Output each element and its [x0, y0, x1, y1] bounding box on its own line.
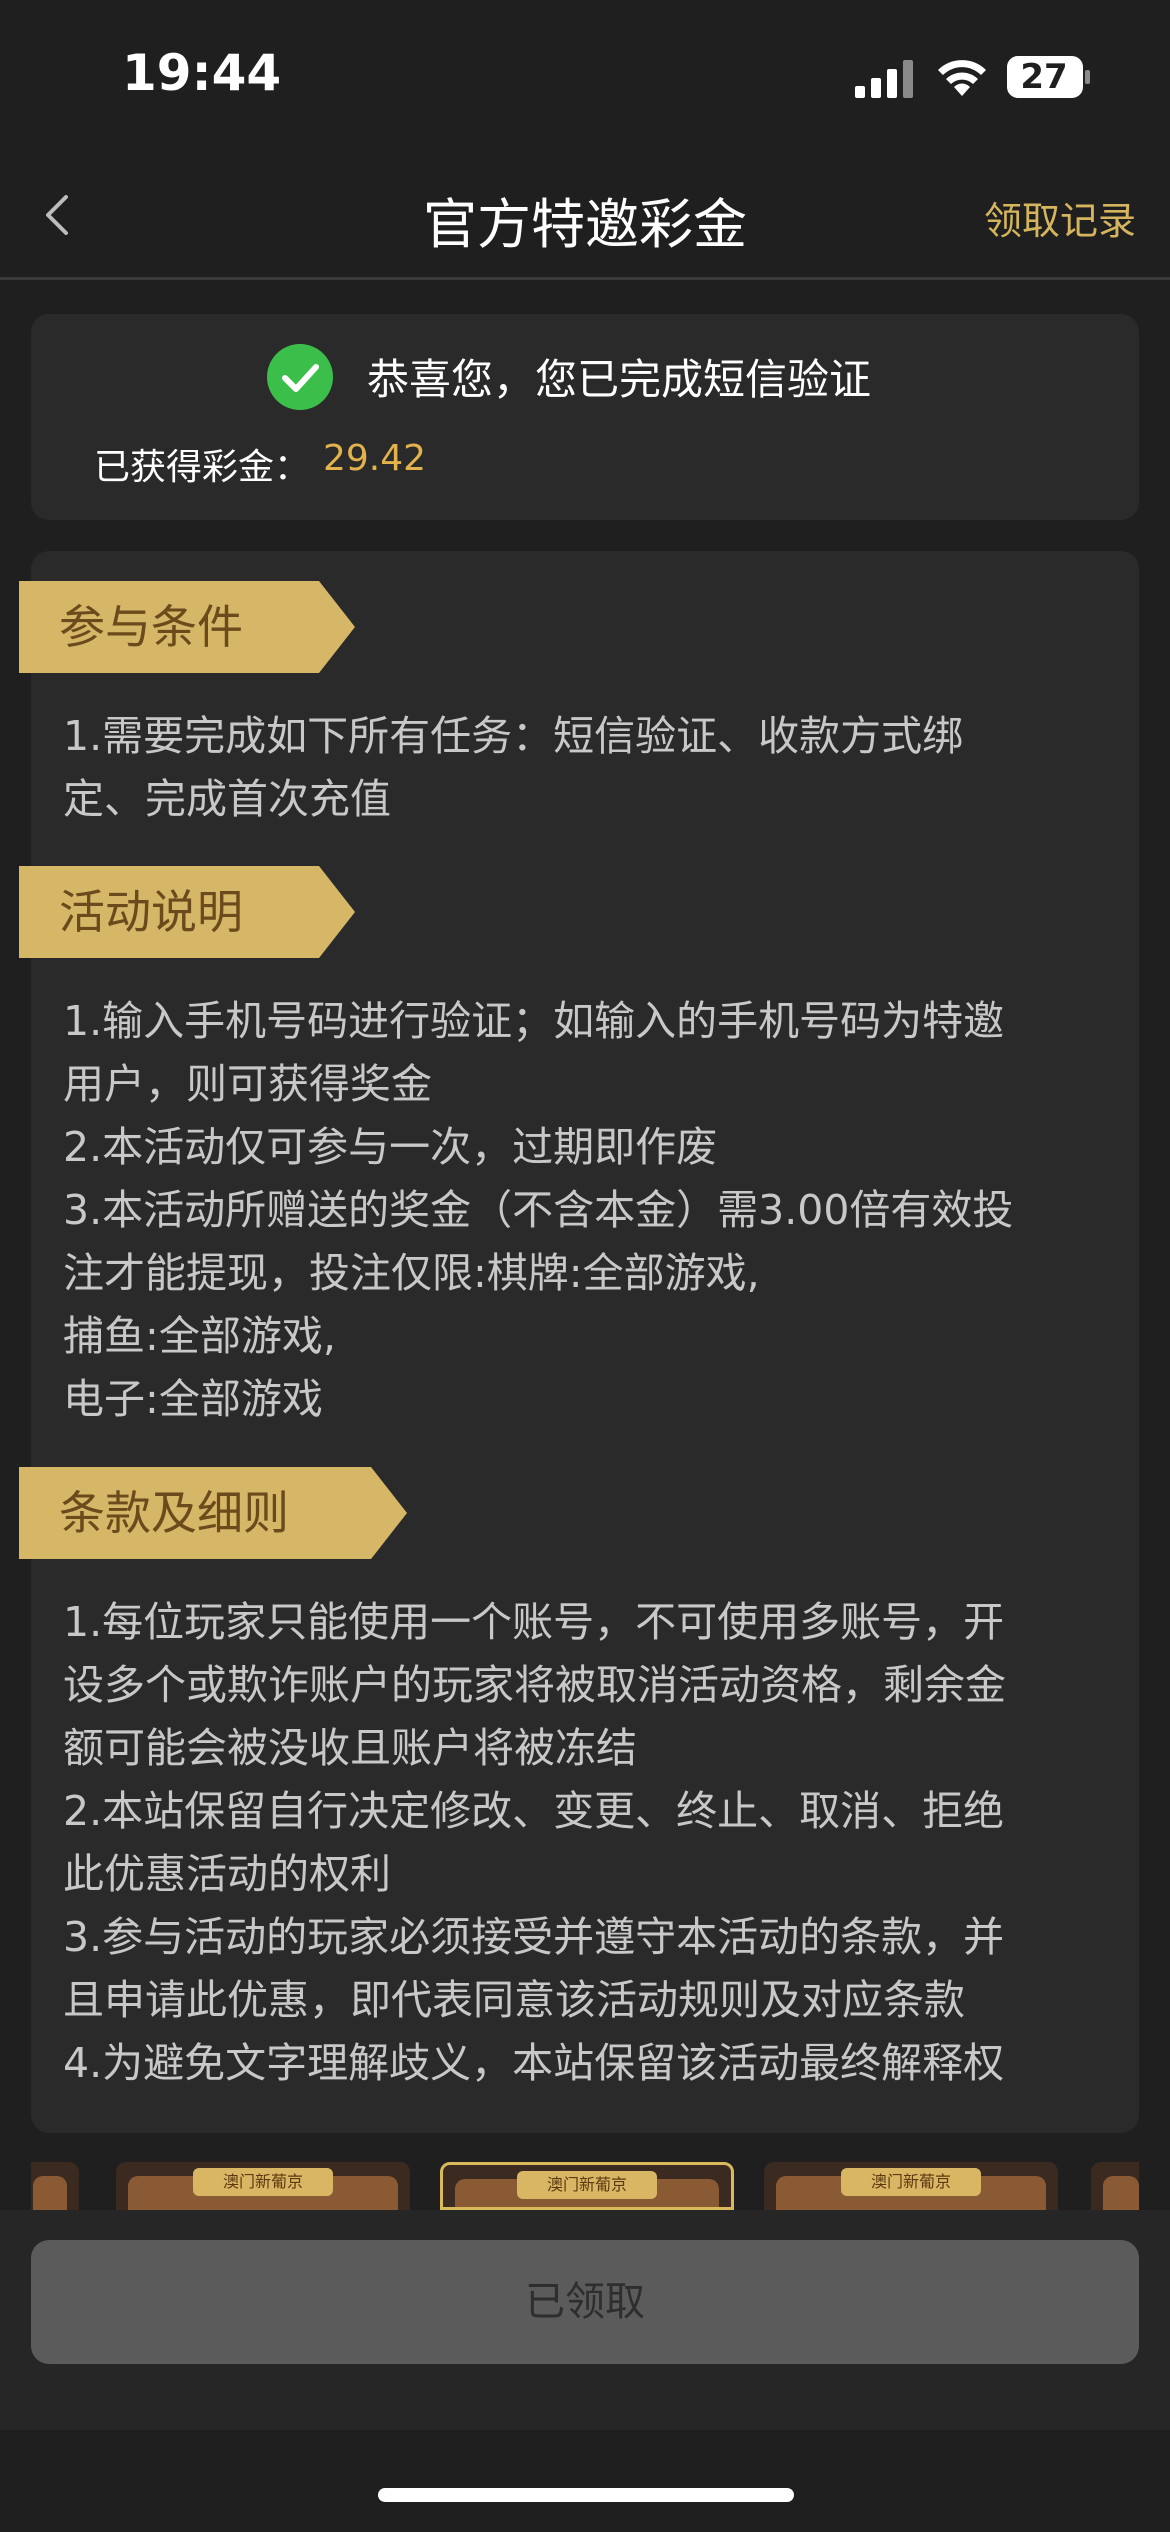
home-indicator-area [0, 2430, 1170, 2532]
claimed-button[interactable]: 已领取 [31, 2240, 1139, 2364]
banner-thumbnail[interactable] [1091, 2162, 1139, 2210]
bonus-label: 已获得彩金： [94, 447, 311, 488]
banner-thumbnail[interactable]: 澳门新葡京 [764, 2162, 1058, 2210]
rule-line: 用户，则可获得奖金 [63, 1060, 432, 1108]
rule-line: 3.参与活动的玩家必须接受并遵守本活动的条款，并 [63, 1913, 1005, 1961]
brand-logo: 澳门新葡京 [193, 2168, 333, 2196]
rule-line: 1.每位玩家只能使用一个账号，不可使用多账号，开 [63, 1598, 1005, 1646]
rule-line: 4.为避免文字理解歧义，本站保留该活动最终解释权 [63, 2039, 1005, 2087]
banner-thumbnail-strip: 澳门新葡京 澳门新葡京 澳门新葡京 [31, 2162, 1139, 2210]
home-indicator[interactable] [378, 2488, 794, 2502]
claim-records-link[interactable]: 领取记录 [984, 190, 1136, 245]
rule-line: 2.本活动仅可参与一次，过期即作废 [63, 1123, 718, 1171]
rule-line: 设多个或欺诈账户的玩家将被取消活动资格，剩余金 [63, 1661, 1006, 1709]
wifi-icon [938, 60, 986, 96]
rule-line: 1.需要完成如下所有任务：短信验证、收款方式绑 [63, 712, 964, 760]
terms-and-conditions-text: 1.每位玩家只能使用一个账号，不可使用多账号，开 设多个或欺诈账户的玩家将被取消… [63, 1591, 1123, 2095]
section-tag-activity-description: 活动说明 [19, 866, 355, 958]
rule-line: 额可能会被没收且账户将被冻结 [63, 1724, 637, 1772]
status-bar: 19:44 27 [0, 0, 1170, 150]
section-tag-participation-conditions: 参与条件 [19, 581, 355, 673]
brand-logo: 澳门新葡京 [841, 2168, 981, 2196]
activity-description-text: 1.输入手机号码进行验证；如输入的手机号码为特邀 用户，则可获得奖金 2.本活动… [63, 990, 1123, 1431]
verification-success-card: 恭喜您，您已完成短信验证 已获得彩金： 29.42 [31, 314, 1139, 520]
brand-logo: 澳门新葡京 [517, 2171, 657, 2199]
cellular-signal-icon [855, 60, 913, 98]
rule-line: 定、完成首次充值 [63, 775, 391, 823]
rule-line: 3.本活动所赠送的奖金（不含本金）需3.00倍有效投 [63, 1186, 1014, 1234]
rule-line: 注才能提现，投注仅限:棋牌:全部游戏, [63, 1249, 760, 1297]
bonus-amount: 29.42 [323, 438, 427, 479]
bottom-action-bar: 已领取 [0, 2210, 1170, 2430]
check-circle-icon [267, 344, 333, 410]
banner-thumbnail-active[interactable]: 澳门新葡京 [440, 2162, 734, 2210]
banner-thumbnail[interactable]: 澳门新葡京 [116, 2162, 410, 2210]
status-time: 19:44 [122, 44, 282, 102]
navigation-bar: 官方特邀彩金 领取记录 [0, 150, 1170, 280]
activity-rules-card: 参与条件 1.需要完成如下所有任务：短信验证、收款方式绑 定、完成首次充值 活动… [31, 551, 1139, 2133]
rule-line: 电子:全部游戏 [63, 1375, 323, 1423]
rule-line: 2.本站保留自行决定修改、变更、终止、取消、拒绝 [63, 1787, 1005, 1835]
rule-line: 1.输入手机号码进行验证；如输入的手机号码为特邀 [63, 997, 1005, 1045]
rule-line: 此优惠活动的权利 [63, 1850, 391, 1898]
battery-percentage: 27 [1020, 57, 1068, 97]
rule-line: 且申请此优惠，即代表同意该活动规则及对应条款 [63, 1976, 965, 2024]
banner-thumbnail[interactable] [31, 2162, 79, 2210]
rule-line: 捕鱼:全部游戏, [63, 1312, 336, 1360]
section-tag-terms-and-conditions: 条款及细则 [19, 1467, 407, 1559]
success-message: 恭喜您，您已完成短信验证 [367, 355, 872, 404]
page: 19:44 27 官方特邀彩金 领取记录 恭喜您，您已完成短信验证 已获得彩金：… [0, 0, 1170, 2532]
participation-conditions-text: 1.需要完成如下所有任务：短信验证、收款方式绑 定、完成首次充值 [63, 705, 1123, 831]
